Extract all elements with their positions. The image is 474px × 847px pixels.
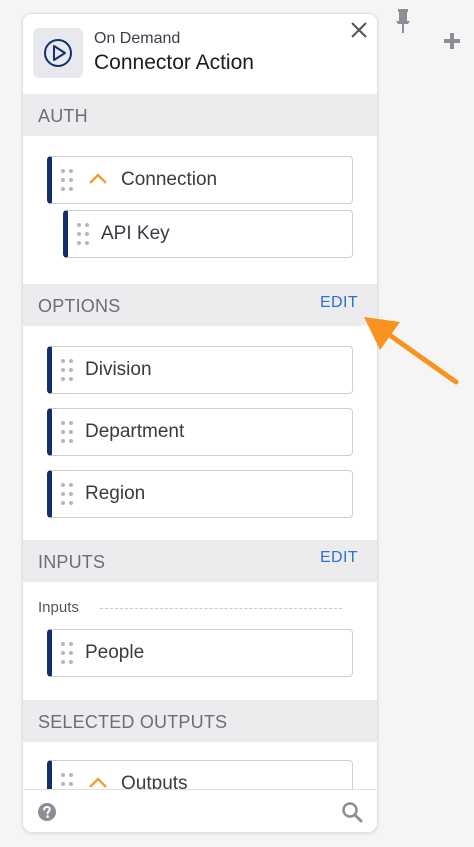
drag-handle-icon[interactable]	[76, 222, 90, 246]
action-title: Connector Action	[94, 51, 254, 74]
arrow-annotation-icon	[364, 317, 459, 385]
section-selected-outputs: SELECTED OUTPUTS	[23, 700, 377, 742]
field-label: API Key	[101, 223, 170, 244]
section-auth: AUTH	[23, 94, 377, 136]
search-icon[interactable]	[341, 801, 363, 823]
section-inputs: INPUTS EDIT	[23, 540, 377, 582]
help-icon[interactable]	[37, 802, 57, 822]
field-label: Connection	[121, 169, 218, 190]
inputs-group-label: Inputs	[38, 599, 79, 616]
field-people[interactable]: People	[47, 629, 353, 677]
plus-icon[interactable]	[443, 32, 461, 50]
field-region[interactable]: Region	[47, 470, 353, 518]
section-options: OPTIONS EDIT	[23, 284, 377, 326]
divider	[100, 608, 342, 609]
drag-handle-icon[interactable]	[60, 358, 74, 382]
chevron-up-icon[interactable]	[88, 776, 108, 790]
panel-header: On Demand Connector Action	[23, 14, 377, 94]
section-label: OPTIONS	[38, 296, 121, 316]
play-circle-icon	[33, 28, 83, 78]
field-department[interactable]: Department	[47, 408, 353, 456]
drag-handle-icon[interactable]	[60, 420, 74, 444]
drag-handle-icon[interactable]	[60, 168, 74, 192]
canvas: On Demand Connector Action AUTH Connecti…	[0, 0, 474, 847]
chevron-up-icon[interactable]	[88, 172, 108, 186]
section-label: INPUTS	[38, 552, 106, 572]
panel-footer	[23, 789, 377, 832]
options-edit-link[interactable]: EDIT	[320, 294, 358, 312]
drag-handle-icon[interactable]	[60, 482, 74, 506]
drag-handle-icon[interactable]	[60, 641, 74, 665]
field-division[interactable]: Division	[47, 346, 353, 394]
section-label: SELECTED OUTPUTS	[38, 712, 228, 732]
field-label: People	[85, 642, 145, 663]
action-panel: On Demand Connector Action AUTH Connecti…	[22, 13, 378, 833]
field-label: Division	[85, 359, 152, 380]
inputs-edit-link[interactable]: EDIT	[320, 549, 358, 567]
action-type: On Demand	[94, 30, 181, 47]
pin-icon[interactable]	[393, 8, 413, 34]
section-label: AUTH	[38, 106, 88, 126]
field-label: Region	[85, 483, 146, 504]
field-connection[interactable]: Connection	[47, 156, 353, 204]
close-icon[interactable]	[347, 18, 371, 42]
field-label: Department	[85, 421, 185, 442]
field-api-key[interactable]: API Key	[63, 210, 353, 258]
